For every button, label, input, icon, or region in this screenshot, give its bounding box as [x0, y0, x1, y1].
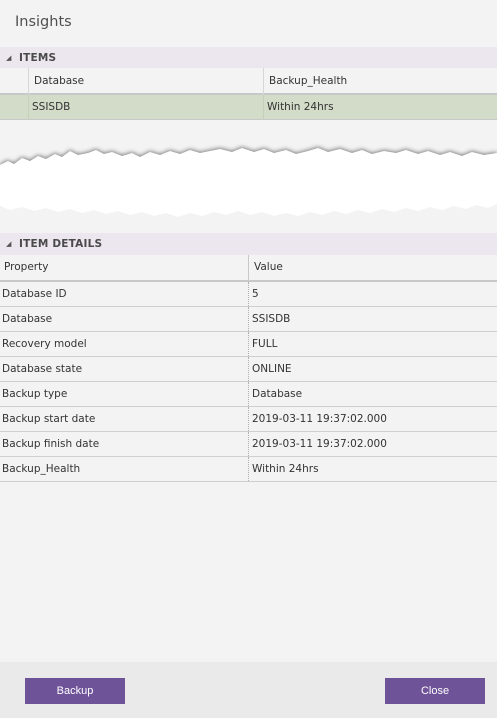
- items-section-header[interactable]: ◢ ITEMS: [0, 47, 497, 69]
- items-section-label: ITEMS: [19, 52, 57, 64]
- value-cell: Database: [252, 388, 303, 400]
- table-row[interactable]: Recovery model FULL: [0, 332, 497, 357]
- table-row[interactable]: SSISDB Within 24hrs: [0, 95, 497, 120]
- column-header-property[interactable]: Property: [0, 255, 249, 282]
- property-cell: Backup finish date: [0, 432, 249, 456]
- table-row[interactable]: Database ID 5: [0, 282, 497, 307]
- item-details-section-header[interactable]: ◢ ITEM DETAILS: [0, 233, 497, 255]
- close-button[interactable]: Close: [385, 678, 485, 704]
- details-grid-header: Property Value: [0, 255, 497, 282]
- table-row[interactable]: Database SSISDB: [0, 307, 497, 332]
- collapse-triangle-icon[interactable]: ◢: [6, 47, 11, 69]
- column-header-backup-health[interactable]: Backup_Health: [264, 68, 497, 95]
- dialog-title: Insights: [15, 14, 72, 30]
- row-header-column[interactable]: [0, 68, 29, 95]
- insights-dialog: Insights ◢ ITEMS Database Backup_Health …: [0, 0, 497, 718]
- value-cell: 2019-03-11 19:37:02.000: [252, 438, 387, 450]
- property-cell: Database state: [0, 357, 249, 381]
- property-cell: Backup type: [0, 382, 249, 406]
- table-row[interactable]: Backup finish date 2019-03-11 19:37:02.0…: [0, 432, 497, 457]
- value-cell: 5: [252, 288, 259, 300]
- cell-backup-health[interactable]: Within 24hrs: [264, 95, 497, 120]
- value-cell: Within 24hrs: [252, 463, 319, 475]
- table-row[interactable]: Backup start date 2019-03-11 19:37:02.00…: [0, 407, 497, 432]
- table-row[interactable]: Backup_Health Within 24hrs: [0, 457, 497, 482]
- item-details-grid: Property Value Database ID 5 Database SS…: [0, 255, 497, 482]
- column-header-database[interactable]: Database: [29, 68, 264, 95]
- value-cell: SSISDB: [252, 313, 291, 325]
- table-row[interactable]: Backup type Database: [0, 382, 497, 407]
- property-cell: Database ID: [0, 282, 249, 306]
- value-cell: ONLINE: [252, 363, 292, 375]
- dialog-footer: Backup Close: [0, 662, 497, 718]
- cell-database[interactable]: SSISDB: [29, 95, 264, 120]
- items-grid-header: Database Backup_Health: [0, 68, 497, 95]
- value-cell: FULL: [252, 338, 278, 350]
- collapse-triangle-icon[interactable]: ◢: [6, 233, 11, 255]
- property-cell: Backup_Health: [0, 457, 249, 481]
- backup-button[interactable]: Backup: [25, 678, 125, 704]
- items-grid: Database Backup_Health SSISDB Within 24h…: [0, 68, 497, 120]
- column-header-value[interactable]: Value: [249, 255, 497, 282]
- item-details-section-label: ITEM DETAILS: [19, 238, 103, 250]
- property-cell: Recovery model: [0, 332, 249, 356]
- row-selector[interactable]: [0, 95, 29, 120]
- torn-edge-divider: [0, 147, 497, 217]
- value-cell: 2019-03-11 19:37:02.000: [252, 413, 387, 425]
- property-cell: Database: [0, 307, 249, 331]
- table-row[interactable]: Database state ONLINE: [0, 357, 497, 382]
- property-cell: Backup start date: [0, 407, 249, 431]
